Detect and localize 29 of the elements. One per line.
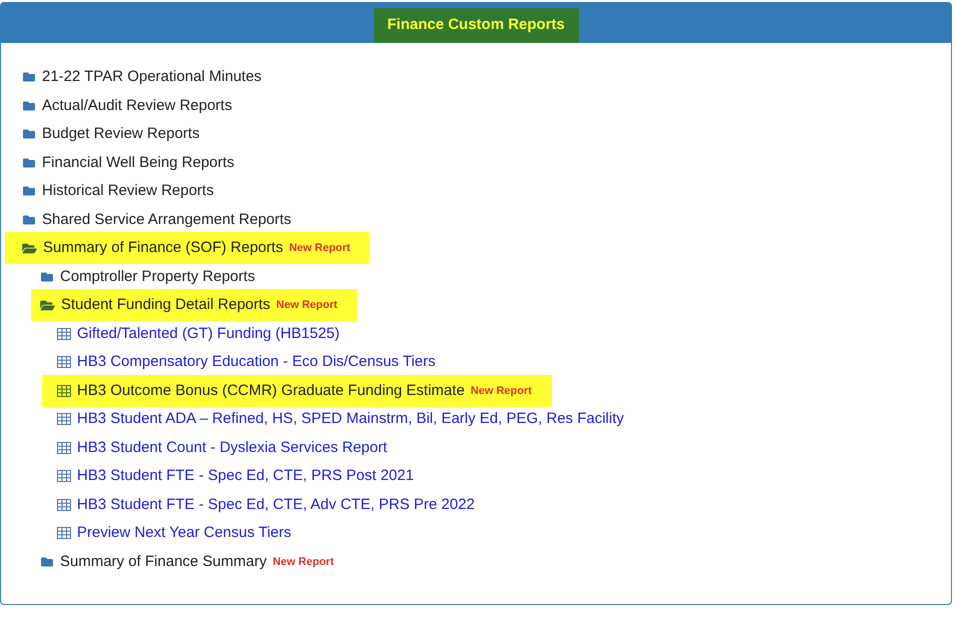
tree-item-label[interactable]: Summary of Finance (SOF) Reports	[43, 237, 284, 260]
table-icon	[57, 442, 71, 454]
new-report-label: New Report	[276, 298, 338, 313]
new-report-label: New Report	[470, 384, 532, 398]
tree-item[interactable]: HB3 Outcome Bonus (CCMR) Graduate Funding Estimate New Report	[42, 374, 552, 407]
table-icon	[57, 413, 71, 426]
tree-item[interactable]: Student Funding Detail Reports New Report	[31, 289, 358, 322]
tree-item-label[interactable]: Financial Well Being Reports	[42, 152, 234, 174]
tree-item-label[interactable]: Historical Review Reports	[42, 180, 214, 202]
table-icon	[57, 498, 71, 511]
tree-item[interactable]: Actual/Audit Review Reports	[5, 94, 232, 117]
tree-item-label[interactable]: Summary of Finance Summary	[60, 550, 267, 573]
new-report-label: New Report	[272, 554, 334, 570]
tree-item-label[interactable]: Student Funding Detail Reports	[61, 294, 270, 316]
new-report-label: New Report	[289, 241, 350, 256]
table-icon	[57, 328, 71, 340]
panel-title: Finance Custom Reports	[374, 8, 578, 43]
table-icon	[57, 527, 71, 540]
tree-item[interactable]: Financial Well Being Reports	[5, 152, 234, 174]
tree-item[interactable]: Summary of Finance (SOF) Reports New Report	[5, 232, 370, 264]
tree-item-label[interactable]: Actual/Audit Review Reports	[42, 94, 232, 117]
tree-item-label[interactable]: HB3 Outcome Bonus (CCMR) Graduate Funding Estimate	[77, 380, 465, 402]
tree-item[interactable]: Historical Review Reports	[5, 180, 214, 202]
table-icon	[57, 356, 71, 368]
tree-item[interactable]: Budget Review Reports	[5, 123, 200, 146]
tree-item[interactable]: Summary of Finance Summary New Report	[31, 550, 334, 573]
table-icon	[57, 470, 71, 482]
tree-item-label[interactable]: Budget Review Reports	[42, 123, 200, 146]
table-icon	[57, 384, 71, 397]
